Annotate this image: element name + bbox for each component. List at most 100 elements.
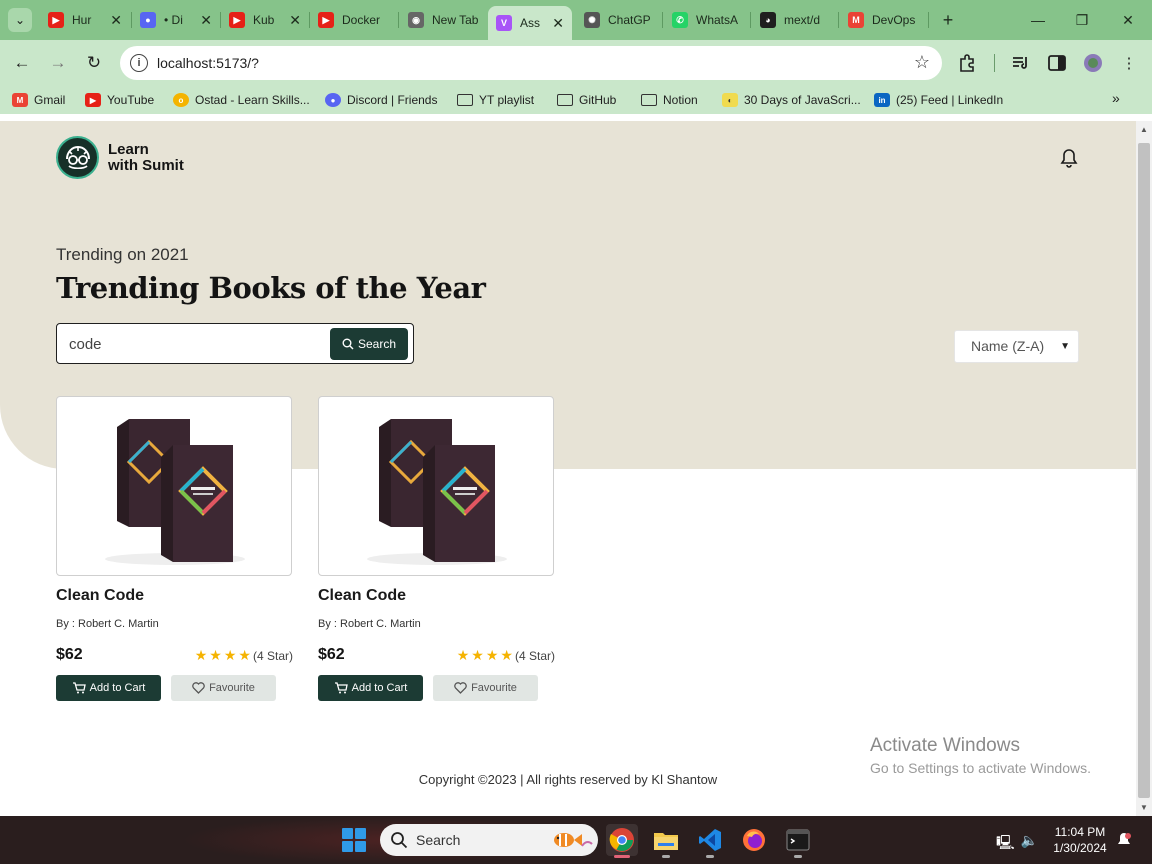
- sort-selected-value: Name (Z-A): [971, 338, 1045, 354]
- browser-toolbar: ← → ↻ i localhost:5173/? ☆ ⋮: [0, 40, 1152, 86]
- star-icon: ★: [238, 647, 251, 663]
- bookmark-linkedin[interactable]: in (25) Feed | LinkedIn: [874, 91, 1003, 109]
- logo-line-1: Learn: [108, 140, 149, 158]
- system-tray: 🖳 🔈: [996, 832, 1038, 856]
- volume-icon[interactable]: 🔈: [1021, 832, 1038, 856]
- book-cover-image[interactable]: [56, 396, 292, 576]
- chrome-icon: ◉: [408, 12, 424, 28]
- tab-title: • Di: [164, 13, 183, 27]
- star-icon: ★: [500, 647, 513, 663]
- book-cover-illustration: [367, 419, 507, 565]
- tab-search-button[interactable]: ⌄: [8, 8, 32, 32]
- taskbar-terminal-icon[interactable]: [782, 824, 814, 858]
- profile-avatar-icon[interactable]: [1082, 52, 1104, 74]
- taskbar-firefox-icon[interactable]: [738, 824, 770, 856]
- bookmark-discord[interactable]: ● Discord | Friends: [325, 91, 437, 109]
- tab-divider: [928, 12, 929, 28]
- folder-icon: [457, 94, 473, 106]
- bookmark-label: 30 Days of JavaScri...: [744, 93, 861, 107]
- logo-face-icon: [56, 136, 99, 179]
- close-tab-icon[interactable]: ✕: [552, 15, 564, 32]
- bookmark-gmail[interactable]: M Gmail: [12, 91, 65, 109]
- close-window-icon[interactable]: ✕: [1116, 8, 1140, 32]
- taskbar-vscode-icon[interactable]: [694, 824, 726, 858]
- bookmark-folder-github[interactable]: GitHub: [557, 91, 616, 109]
- browser-tab[interactable]: ✺ ChatGP: [576, 6, 662, 34]
- search-button[interactable]: Search: [330, 328, 408, 360]
- restore-icon[interactable]: ❐: [1070, 8, 1094, 32]
- new-tab-button[interactable]: +: [936, 8, 960, 32]
- site-logo[interactable]: Learn with Sumit: [56, 136, 184, 179]
- bookmark-folder-notion[interactable]: Notion: [641, 91, 698, 109]
- bookmark-label: (25) Feed | LinkedIn: [896, 93, 1004, 107]
- book-cover-image[interactable]: [318, 396, 554, 576]
- add-to-cart-button[interactable]: Add to Cart: [56, 675, 161, 701]
- bookmark-star-icon[interactable]: ☆: [914, 52, 930, 73]
- bookmark-label: YT playlist: [479, 93, 535, 107]
- browser-tab-active[interactable]: V Ass ✕: [488, 6, 572, 40]
- browser-tab[interactable]: ▶ Hur ✕: [40, 6, 130, 34]
- sort-dropdown[interactable]: Name (Z-A) ▼: [954, 330, 1079, 363]
- minimize-icon[interactable]: —: [1026, 8, 1050, 32]
- notification-center-icon[interactable]: [1116, 832, 1132, 848]
- windows-start-icon[interactable]: [342, 828, 366, 852]
- javascript-icon: ◐: [722, 93, 738, 107]
- browser-tab[interactable]: M DevOps: [840, 6, 928, 34]
- browser-tab[interactable]: ◉ New Tab: [400, 6, 488, 34]
- add-to-cart-button[interactable]: Add to Cart: [318, 675, 423, 701]
- more-bookmarks-chevron-icon[interactable]: »: [1112, 90, 1120, 106]
- bookmark-ostad[interactable]: o Ostad - Learn Skills...: [173, 91, 310, 109]
- clock-date: 1/30/2024: [1053, 841, 1107, 855]
- close-tab-icon[interactable]: ✕: [110, 12, 122, 29]
- bookmark-folder-yt-playlist[interactable]: YT playlist: [457, 91, 534, 109]
- book-title[interactable]: Clean Code: [318, 587, 406, 605]
- scroll-down-arrow-icon[interactable]: ▼: [1140, 803, 1148, 812]
- browser-tab[interactable]: ✆ WhatsA: [664, 6, 750, 34]
- taskbar-chrome-icon[interactable]: [606, 824, 638, 858]
- star-icon: ★: [194, 647, 208, 663]
- tab-divider: [838, 12, 839, 28]
- gmail-icon: M: [848, 12, 864, 28]
- taskbar-file-explorer-icon[interactable]: [650, 824, 682, 858]
- search-input[interactable]: [69, 332, 319, 356]
- url-text[interactable]: localhost:5173/?: [157, 55, 259, 71]
- openai-icon: ✺: [584, 12, 600, 28]
- book-author: By : Robert C. Martin: [56, 618, 159, 630]
- bookmark-30-days-js[interactable]: ◐ 30 Days of JavaScri...: [722, 91, 861, 109]
- tab-divider: [750, 12, 751, 28]
- tab-strip: ⌄ ▶ Hur ✕ ● • Di ✕ ▶ Kub ✕ ▶ Docker ◉ Ne…: [0, 0, 1152, 40]
- star-icon: ★: [456, 647, 470, 663]
- browser-tab[interactable]: ● • Di ✕: [132, 6, 220, 34]
- favourite-button[interactable]: Favourite: [171, 675, 276, 701]
- menu-kebab-icon[interactable]: ⋮: [1118, 52, 1140, 74]
- browser-tab[interactable]: ◕ mext/d: [752, 6, 838, 34]
- book-title[interactable]: Clean Code: [56, 587, 144, 605]
- forward-arrow-icon[interactable]: →: [46, 51, 70, 75]
- media-controls-icon[interactable]: [1010, 52, 1032, 74]
- browser-tab[interactable]: ▶ Docker: [310, 6, 398, 34]
- extensions-icon[interactable]: [956, 52, 978, 74]
- page-scrollbar[interactable]: ▲ ▼: [1136, 121, 1152, 816]
- address-bar[interactable]: i localhost:5173/? ☆: [120, 46, 942, 80]
- network-icon[interactable]: 🖳: [996, 832, 1015, 856]
- scroll-up-arrow-icon[interactable]: ▲: [1140, 125, 1148, 134]
- side-panel-icon[interactable]: [1046, 52, 1068, 74]
- taskbar-search-box[interactable]: Search: [380, 824, 598, 856]
- browser-tab[interactable]: ▶ Kub ✕: [221, 6, 309, 34]
- tab-title: Kub: [253, 13, 275, 27]
- chevron-down-icon: ▼: [1060, 341, 1070, 352]
- copyright-text: Copyright ©2023 | All rights reserved by…: [418, 772, 718, 787]
- bookmark-youtube[interactable]: ▶ YouTube: [85, 91, 154, 109]
- scroll-thumb[interactable]: [1138, 143, 1150, 798]
- reload-icon[interactable]: ↻: [82, 51, 106, 75]
- close-tab-icon[interactable]: ✕: [289, 12, 301, 29]
- taskbar-clock[interactable]: 11:04 PM 1/30/2024: [1050, 824, 1110, 856]
- close-tab-icon[interactable]: ✕: [200, 12, 212, 29]
- book-rating: ★ ★ ★ ★ (4 Star): [457, 647, 555, 664]
- notification-bell-icon[interactable]: [1060, 148, 1078, 168]
- gmail-icon: M: [12, 93, 28, 107]
- tab-title: mext/d: [784, 13, 821, 27]
- favourite-button[interactable]: Favourite: [433, 675, 538, 701]
- site-info-icon[interactable]: i: [130, 54, 148, 72]
- back-arrow-icon[interactable]: ←: [10, 51, 34, 75]
